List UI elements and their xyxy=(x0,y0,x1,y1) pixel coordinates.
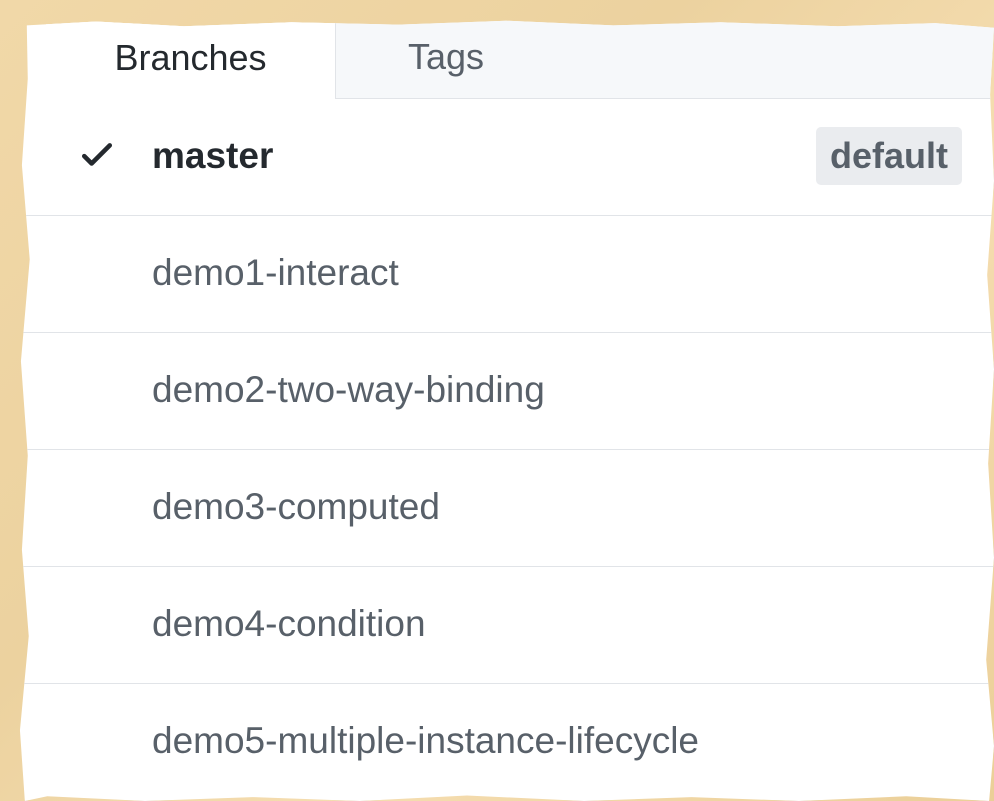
branch-tabs: Branches Tags xyxy=(46,20,994,99)
branch-item-demo2-two-way-binding[interactable]: demo2-two-way-binding xyxy=(19,333,994,450)
branch-picker-panel: Branches Tags master default demo1-inter… xyxy=(19,20,994,801)
default-badge: default xyxy=(815,127,962,185)
branch-item-demo1-interact[interactable]: demo1-interact xyxy=(19,216,994,333)
branch-item-label: demo4-condition xyxy=(152,603,426,644)
branch-item-label: demo2-two-way-binding xyxy=(152,369,545,410)
branch-item-demo5-multiple-instance-lifecycle[interactable]: demo5-multiple-instance-lifecycle xyxy=(20,684,994,801)
branch-list: master default demo1-interact demo2-two-… xyxy=(19,99,994,801)
branch-item-label: demo3-computed xyxy=(152,486,440,527)
branch-item-demo3-computed[interactable]: demo3-computed xyxy=(19,450,994,567)
branch-item-master[interactable]: master default xyxy=(19,99,994,216)
branch-item-demo4-condition[interactable]: demo4-condition xyxy=(19,567,994,684)
check-icon xyxy=(81,143,113,166)
branch-item-label: demo5-multiple-instance-lifecycle xyxy=(152,720,699,761)
tab-tags[interactable]: Tags xyxy=(336,21,556,98)
tab-branches[interactable]: Branches xyxy=(46,20,336,99)
branch-item-label: master xyxy=(152,135,274,176)
branch-item-label: demo1-interact xyxy=(152,252,399,293)
